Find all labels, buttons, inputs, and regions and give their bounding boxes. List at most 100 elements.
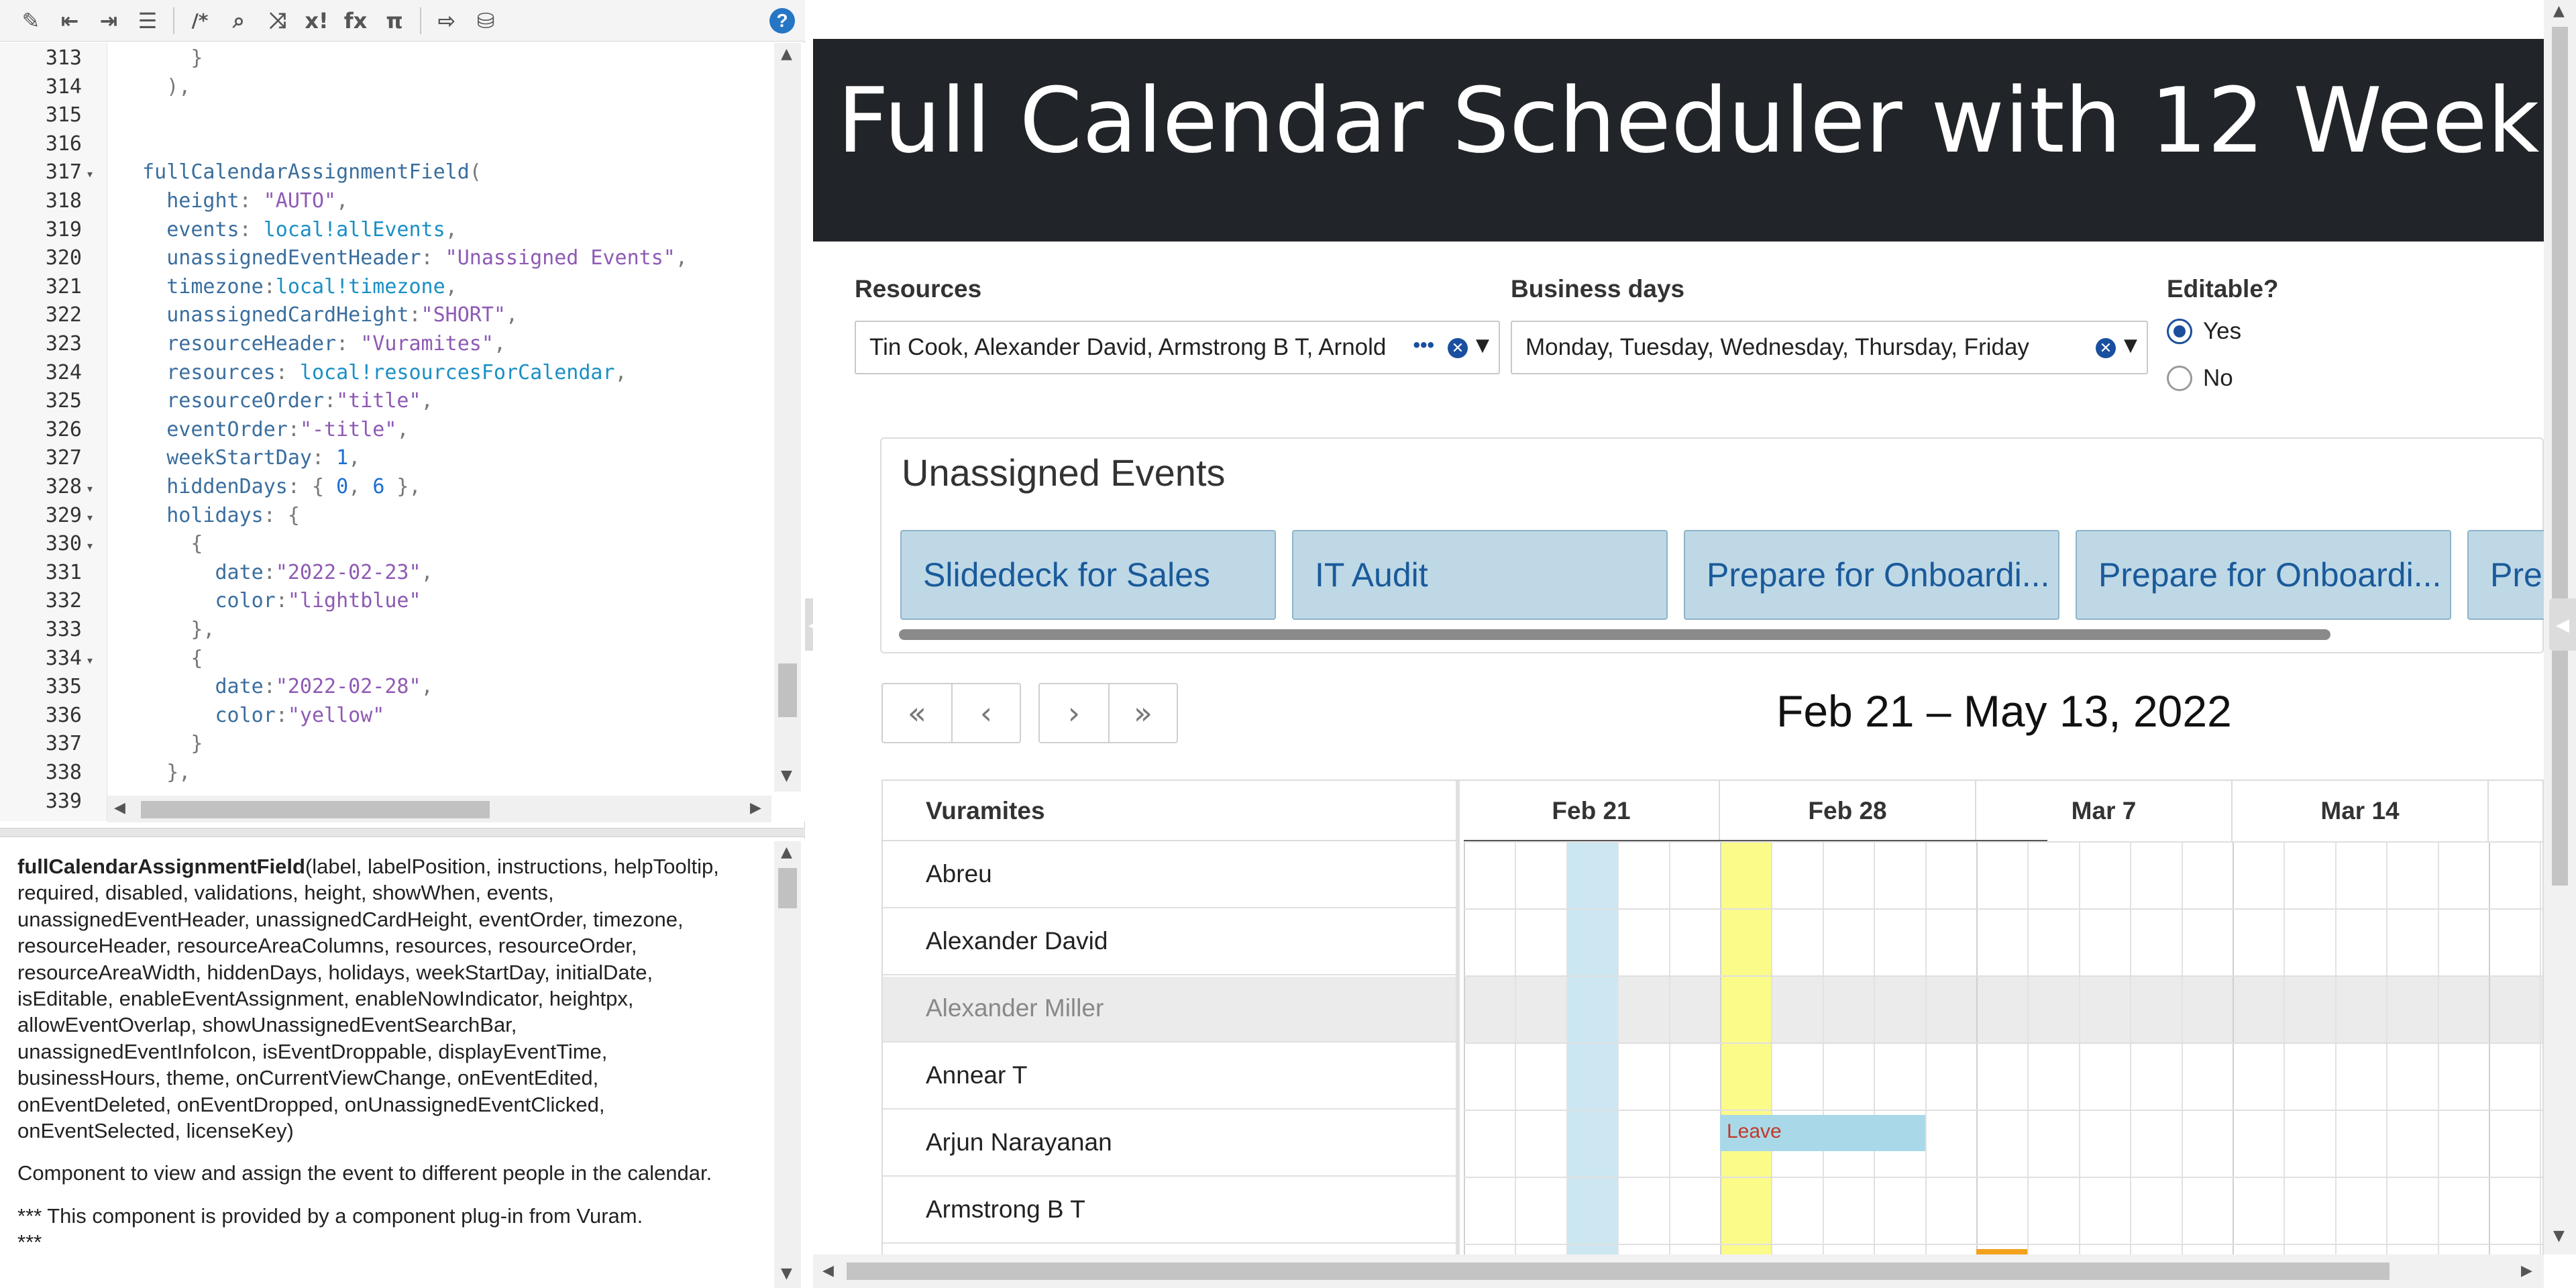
code-line[interactable]: 337 } [0,730,765,759]
code-line[interactable]: 332 color:"lightblue" [0,587,765,616]
magic-wand-icon[interactable]: ✎ [13,3,48,38]
line-number: 337 [45,732,82,756]
format-list-icon[interactable]: ☰ [130,3,165,38]
code-line[interactable]: 318 height: "AUTO", [0,187,765,216]
first-page-button[interactable]: « [883,684,951,742]
code-line[interactable]: 324 resources: local!resourcesForCalenda… [0,359,765,388]
indent-icon[interactable]: ⇥ [91,3,126,38]
function-icon[interactable]: fx [338,3,373,38]
unassigned-event-card[interactable]: IT Audit [1292,530,1668,620]
calendar-event[interactable]: Leav [1976,1249,2028,1254]
scroll-up-arrow-icon[interactable]: ▲ [2553,3,2565,19]
unassigned-event-card[interactable]: Prepare for Onboardi... [2076,530,2451,620]
outdent-icon[interactable]: ⇤ [52,3,87,38]
search-icon[interactable]: ⌕ [221,3,256,38]
clear-selection-icon[interactable]: ✕ [2096,338,2116,358]
code-line[interactable]: 315 [0,101,765,130]
radio-unselected-icon[interactable] [2167,366,2192,391]
radio-selected-icon[interactable] [2167,319,2192,344]
preview-horizontal-scroll-thumb[interactable] [847,1263,2390,1280]
scroll-down-arrow-icon[interactable]: ▼ [781,767,792,784]
code-text: unassignedEventHeader: "Unassigned Event… [166,246,688,270]
day-gridline [1617,841,1619,1254]
calendar-event[interactable]: Leave [1720,1115,1925,1151]
more-items-icon[interactable]: ••• [1413,334,1434,357]
unassigned-event-card[interactable]: Pre [2467,530,2544,620]
shuffle-icon[interactable]: ⤨ [260,3,295,38]
collapse-right-pane-icon[interactable]: ◀ [2549,598,2576,651]
editable-radio-no[interactable]: No [2167,365,2233,392]
scroll-down-arrow-icon[interactable]: ▼ [781,1265,792,1282]
code-line[interactable]: 336 color:"yellow" [0,702,765,731]
resources-dropdown[interactable]: Tin Cook, Alexander David, Armstrong B T… [855,321,1500,374]
code-line[interactable]: 334 ▾ { [0,645,765,674]
scroll-down-arrow-icon[interactable]: ▼ [2553,1228,2565,1244]
code-line[interactable]: 329 ▾ holidays: { [0,502,765,531]
scroll-up-arrow-icon[interactable]: ▲ [781,844,792,861]
scroll-up-arrow-icon[interactable]: ▲ [781,46,792,62]
fold-arrow-icon[interactable]: ▾ [86,531,106,560]
doc-vertical-scroll-thumb[interactable] [778,868,797,908]
code-line[interactable]: 327 weekStartDay: 1, [0,444,765,473]
last-page-button[interactable]: » [1108,684,1177,742]
fold-arrow-icon[interactable]: ▾ [86,474,106,503]
editable-radio-yes[interactable]: Yes [2167,318,2241,345]
unassigned-event-card[interactable]: Slidedeck for Sales [900,530,1276,620]
preview-vertical-scroll-thumb[interactable] [2552,27,2568,885]
code-line[interactable]: 321 timezone:local!timezone, [0,273,765,302]
clear-selection-icon[interactable]: ✕ [1448,338,1468,358]
code-editor[interactable]: 313 } 314 ), 315 316 317 ▾ fullCalendarAssign… [0,43,805,821]
previous-button[interactable]: ‹ [951,684,1020,742]
scroll-right-arrow-icon[interactable]: ▶ [750,800,761,816]
scroll-right-arrow-icon[interactable]: ▶ [2521,1263,2532,1279]
doc-vertical-scrollbar[interactable]: ▲ ▼ [774,841,801,1288]
code-line[interactable]: 325 resourceOrder:"title", [0,387,765,416]
code-line[interactable]: 322 unassignedCardHeight:"SHORT", [0,301,765,330]
scroll-left-arrow-icon[interactable]: ◀ [114,800,125,816]
plugin-note: *** This component is provided by a comp… [17,1203,643,1228]
expression-icon[interactable]: x! [299,3,334,38]
fold-arrow-icon[interactable]: ▾ [86,646,106,675]
fold-arrow-icon[interactable]: ▾ [86,503,106,532]
code-line[interactable]: 331 date:"2022-02-23", [0,559,765,588]
database-search-icon[interactable]: ⛁ [468,3,503,38]
week-header: Mar 7 [1976,781,2233,841]
code-line[interactable]: 335 date:"2022-02-28", [0,673,765,702]
code-horizontal-scroll-thumb[interactable] [141,801,490,818]
code-line[interactable]: 328 ▾ hiddenDays: { 0, 6 }, [0,473,765,502]
code-text: color:"lightblue" [215,589,421,613]
preview-horizontal-scrollbar[interactable]: ◀ ▶ [813,1254,2544,1288]
code-line[interactable]: 316 [0,130,765,159]
next-button[interactable]: › [1040,684,1108,742]
code-line[interactable]: 333 }, [0,616,765,645]
code-vertical-scroll-thumb[interactable] [778,663,797,717]
unassigned-cards-scrollbar[interactable] [899,629,2330,640]
code-horizontal-scrollbar[interactable]: ◀ ▶ [107,796,771,822]
code-line[interactable]: 313 } [0,44,765,73]
unassigned-event-card[interactable]: Prepare for Onboardi... [1684,530,2059,620]
pane-splitter[interactable] [0,828,805,837]
export-icon[interactable]: ⇨ [429,3,464,38]
code-line[interactable]: 319 events: local!allEvents, [0,216,765,245]
scroll-left-arrow-icon[interactable]: ◀ [822,1263,834,1279]
day-gridline [1976,841,1978,1254]
line-number: 322 [45,303,82,327]
code-line[interactable]: 314 ), [0,73,765,102]
chevron-down-icon[interactable]: ▼ [2124,335,2137,356]
code-line[interactable]: 323 resourceHeader: "Vuramites", [0,330,765,359]
chevron-down-icon[interactable]: ▼ [1476,335,1489,356]
code-vertical-scrollbar[interactable]: ▲ ▼ [774,43,801,792]
pi-icon[interactable]: π [377,3,412,38]
code-line[interactable]: 326 eventOrder:"-title", [0,416,765,445]
comment-icon[interactable]: /* [182,3,217,38]
code-line[interactable]: 320 unassignedEventHeader: "Unassigned E… [0,244,765,273]
timeline-area[interactable]: Feb 21Feb 28Mar 7Mar 14 Leave Leav [1464,781,2542,1254]
code-text: resourceOrder:"title", [166,389,433,413]
highlighted-row-background [1464,977,2542,1042]
code-line[interactable]: 330 ▾ { [0,530,765,559]
code-line[interactable]: 338 }, [0,759,765,788]
help-icon[interactable]: ? [769,8,795,34]
business-days-dropdown[interactable]: Monday, Tuesday, Wednesday, Thursday, Fr… [1511,321,2148,374]
code-line[interactable]: 317 ▾ fullCalendarAssignmentField( [0,158,765,187]
fold-arrow-icon[interactable]: ▾ [86,160,106,189]
